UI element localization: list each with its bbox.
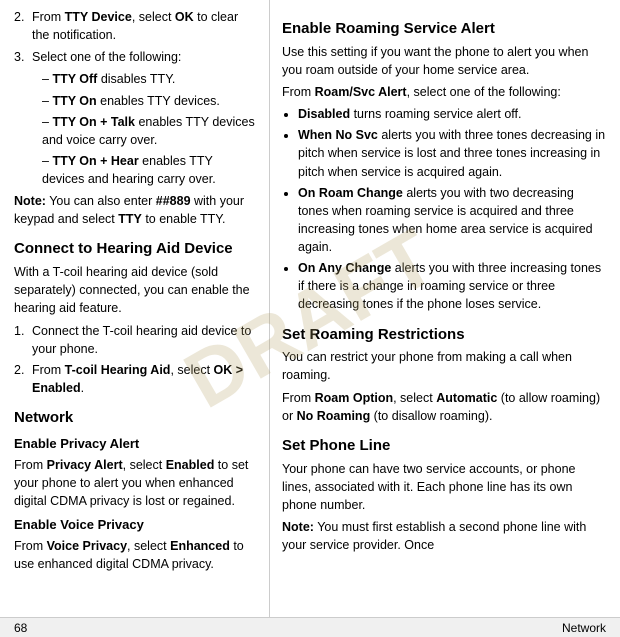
tty-options-list: TTY Off disables TTY. TTY On enables TTY…: [42, 70, 257, 188]
left-column: 2. From TTY Device, select OK to clear t…: [0, 0, 270, 637]
tty-on-hear-item: TTY On + Hear enables TTY devices and he…: [42, 152, 257, 188]
tty-note: Note: You can also enter ##889 with your…: [14, 192, 257, 228]
on-roam-change-option: On Roam Change alerts you with two decre…: [298, 184, 606, 257]
connect-hearing-aid-body: With a T-coil hearing aid device (sold s…: [14, 263, 257, 317]
list-text: From TTY Device, select OK to clear the …: [32, 8, 257, 44]
enable-voice-privacy-heading: Enable Voice Privacy: [14, 516, 257, 535]
page-container: 2. From TTY Device, select OK to clear t…: [0, 0, 620, 637]
voice-privacy-body: From Voice Privacy, select Enhanced to u…: [14, 537, 257, 573]
when-no-svc-option: When No Svc alerts you with three tones …: [298, 126, 606, 180]
privacy-alert-body: From Privacy Alert, select Enabled to se…: [14, 456, 257, 510]
list-item-2: 2. From TTY Device, select OK to clear t…: [14, 8, 257, 44]
roaming-restrictions-body2: From Roam Option, select Automatic (to a…: [282, 389, 606, 425]
list-number: 3.: [14, 48, 28, 66]
page-label: Network: [562, 621, 606, 635]
set-phone-line-heading: Set Phone Line: [282, 435, 606, 457]
roam-svc-alert-intro: From Roam/Svc Alert, select one of the f…: [282, 83, 606, 101]
hearing-step-1: 1. Connect the T-coil hearing aid device…: [14, 322, 257, 358]
roaming-options-list: Disabled turns roaming service alert off…: [298, 105, 606, 313]
ok-label: OK: [175, 10, 194, 24]
hearing-aid-steps: 1. Connect the T-coil hearing aid device…: [14, 322, 257, 398]
hearing-step-2: 2. From T-coil Hearing Aid, select OK > …: [14, 361, 257, 397]
tty-off-item: TTY Off disables TTY.: [42, 70, 257, 88]
roaming-service-alert-intro: Use this setting if you want the phone t…: [282, 43, 606, 79]
on-any-change-option: On Any Change alerts you with three incr…: [298, 259, 606, 313]
tty-on-item: TTY On enables TTY devices.: [42, 92, 257, 110]
footer-bar: 68 Network: [0, 617, 620, 637]
list-item-3: 3. Select one of the following:: [14, 48, 257, 66]
list-text: Select one of the following:: [32, 48, 181, 66]
step-text-1: Connect the T-coil hearing aid device to…: [32, 322, 257, 358]
tty-on-talk-item: TTY On + Talk enables TTY devices and vo…: [42, 113, 257, 149]
step-text-2: From T-coil Hearing Aid, select OK > Ena…: [32, 361, 257, 397]
list-number: 2.: [14, 8, 28, 44]
tty-device-label: TTY Device: [65, 10, 132, 24]
set-phone-line-note: Note: You must first establish a second …: [282, 518, 606, 554]
enable-privacy-alert-heading: Enable Privacy Alert: [14, 435, 257, 454]
connect-hearing-aid-heading: Connect to Hearing Aid Device: [14, 238, 257, 260]
roaming-restrictions-body1: You can restrict your phone from making …: [282, 348, 606, 384]
set-phone-line-body: Your phone can have two service accounts…: [282, 460, 606, 514]
disabled-option: Disabled turns roaming service alert off…: [298, 105, 606, 123]
step-num-1: 1.: [14, 322, 28, 358]
roaming-service-alert-heading: Enable Roaming Service Alert: [282, 18, 606, 40]
network-heading: Network: [14, 407, 257, 429]
step-num-2: 2.: [14, 361, 28, 397]
page-number: 68: [14, 621, 27, 635]
right-column: Enable Roaming Service Alert Use this se…: [270, 0, 620, 637]
set-roaming-restrictions-heading: Set Roaming Restrictions: [282, 324, 606, 346]
